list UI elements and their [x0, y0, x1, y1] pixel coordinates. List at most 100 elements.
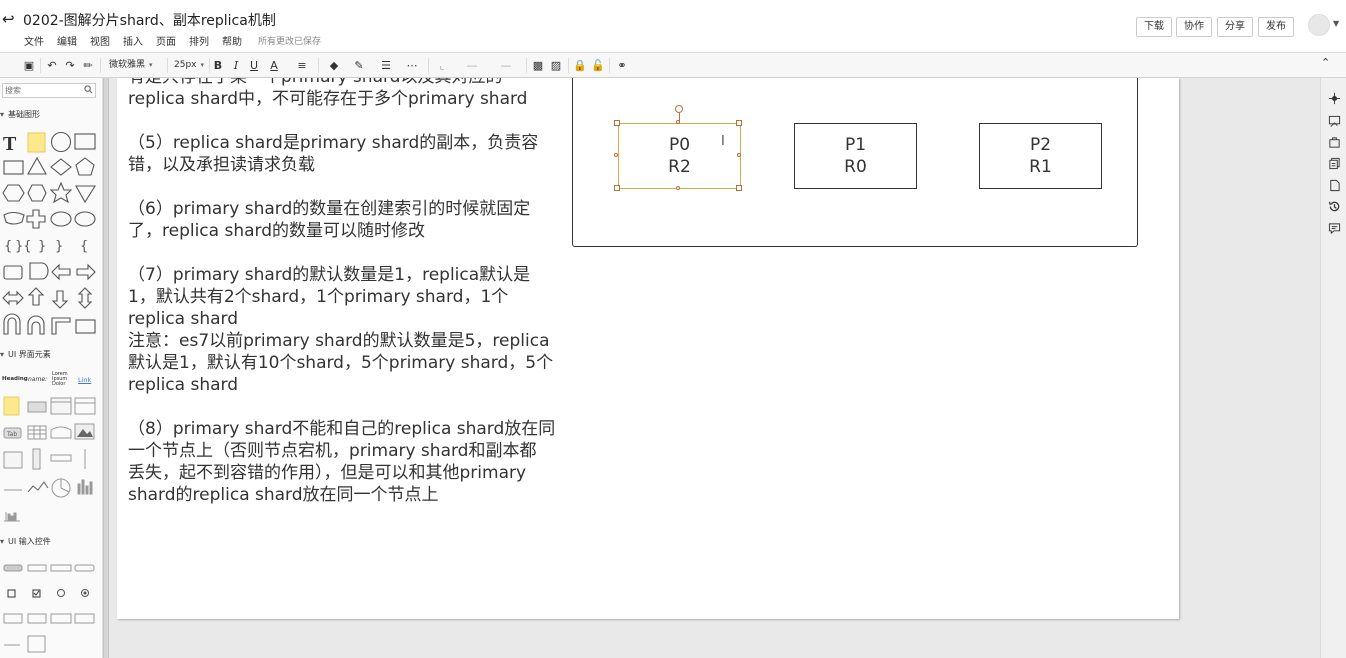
- comments-icon[interactable]: [1328, 222, 1341, 235]
- format-painter-icon[interactable]: ✏: [81, 57, 95, 74]
- cluster-container[interactable]: P0 R2 P1 R0 P2 R1 I: [572, 78, 1138, 247]
- node-shard-box[interactable]: P2 R1: [979, 123, 1102, 189]
- unlock-icon[interactable]: 🔓: [591, 57, 605, 74]
- format-panel-icon[interactable]: ▣: [21, 57, 37, 74]
- heading-shape[interactable]: Heading: [2, 376, 28, 382]
- text-line: 1，默认共有2个shard，1个primary shard，1个: [128, 287, 509, 307]
- name-label-shape[interactable]: name:: [28, 376, 47, 383]
- lock-icon[interactable]: 🔒: [573, 57, 587, 74]
- font-family-select[interactable]: 微软雅黑 ▾: [107, 57, 163, 74]
- menu-insert[interactable]: 插入: [123, 33, 143, 48]
- svg-text:}{: }{: [15, 239, 32, 254]
- svg-text:T: T: [3, 133, 17, 155]
- navigate-icon[interactable]: [1328, 92, 1341, 105]
- publish-button[interactable]: 发布: [1258, 17, 1294, 37]
- resize-handle-sw[interactable]: [614, 185, 620, 191]
- right-tool-panel: [1320, 78, 1346, 658]
- text-line: 默认是1，默认有10个shard，5个primary shard，5个: [128, 353, 554, 373]
- page-icon[interactable]: [1328, 179, 1341, 192]
- collaborate-button[interactable]: 协作: [1176, 17, 1212, 37]
- text-cursor-icon: I: [721, 134, 725, 149]
- align-icon[interactable]: ≡: [294, 57, 310, 74]
- bring-front-icon[interactable]: ▩: [531, 57, 545, 74]
- text-line: replica shard: [128, 375, 239, 395]
- basic-shapes-grid[interactable]: T { }{ } } {: [0, 130, 100, 340]
- font-size-value: 25px: [174, 60, 197, 70]
- text-line: 一个节点上（否则节点宕机，primary shard和副本都: [128, 441, 537, 461]
- text-line: 错，以及承担读请求负载: [128, 155, 315, 175]
- text-line: replica shard中，不可能存在于多个primary shard: [128, 89, 528, 109]
- menu-file[interactable]: 文件: [24, 33, 44, 48]
- send-back-icon[interactable]: ▨: [549, 57, 563, 74]
- ui-inputs-grid[interactable]: [0, 558, 100, 658]
- save-status: 所有更改已保存: [258, 37, 322, 47]
- document-title[interactable]: 0202-图解分片shard、副本replica机制: [23, 10, 276, 30]
- resize-handle-e[interactable]: [737, 153, 741, 157]
- text-line: 了，replica shard的数量可以随时修改: [128, 221, 426, 241]
- text-line: （5）replica shard是primary shard的副本，负责容: [128, 133, 539, 153]
- font-family-value: 微软雅黑: [109, 60, 146, 70]
- history-icon[interactable]: [1328, 200, 1341, 213]
- section-ui-elements-label: UI 界面元素: [8, 350, 51, 359]
- menu-view[interactable]: 视图: [90, 33, 110, 48]
- resize-handle-nw[interactable]: [614, 120, 620, 126]
- replica-shard-label: R1: [1029, 157, 1052, 177]
- link-shape[interactable]: Link: [78, 376, 91, 384]
- connector-type-icon[interactable]: ⌞: [434, 57, 450, 74]
- menu-arrange[interactable]: 排列: [189, 33, 209, 48]
- text-line: 注意：es7以前primary shard的默认数量是5，replica: [128, 331, 550, 351]
- download-button[interactable]: 下载: [1136, 17, 1172, 37]
- shape-search-input[interactable]: [2, 83, 96, 98]
- notes-text-block[interactable]: 有是只存在于某一个primary shard以及其对应的 replica sha…: [128, 78, 568, 506]
- ui-elements-grid[interactable]: Tab: [0, 394, 100, 529]
- svg-text:}: }: [55, 239, 63, 254]
- line-style-icon[interactable]: ⋯: [402, 57, 422, 74]
- svg-text:Tab: Tab: [6, 431, 17, 438]
- menu-page[interactable]: 页面: [156, 33, 176, 48]
- resize-handle-s[interactable]: [676, 186, 680, 190]
- menu-help[interactable]: 帮助: [222, 33, 242, 48]
- section-basic-label: 基础图形: [8, 110, 41, 119]
- line-start-icon[interactable]: —: [458, 57, 486, 74]
- font-color-button[interactable]: A: [266, 57, 282, 74]
- text-line: （6）primary shard的数量在创建索引的时候就固定: [128, 199, 531, 219]
- chevron-down-icon[interactable]: ▼: [1333, 19, 1339, 28]
- share-button[interactable]: 分享: [1217, 17, 1253, 37]
- primary-shard-label: P1: [844, 135, 867, 155]
- menu-bar: 文件 编辑 视图 插入 页面 排列 帮助: [24, 33, 255, 48]
- chevron-down-icon: ▾: [149, 61, 153, 69]
- resize-handle-w[interactable]: [614, 153, 618, 157]
- text-line: shard的replica shard放在同一个节点上: [128, 485, 439, 505]
- node-shard-box[interactable]: P1 R0: [794, 123, 917, 189]
- user-avatar[interactable]: [1308, 14, 1330, 36]
- resize-handle-ne[interactable]: [736, 120, 742, 126]
- line-color-icon[interactable]: ✎: [349, 57, 369, 74]
- line-end-icon[interactable]: —: [492, 57, 520, 74]
- italic-button[interactable]: I: [230, 57, 242, 74]
- collapse-up-icon[interactable]: ⌃: [1321, 56, 1330, 69]
- diagram-page[interactable]: 有是只存在于某一个primary shard以及其对应的 replica sha…: [117, 78, 1179, 619]
- back-arrow-icon[interactable]: ↩: [2, 10, 18, 28]
- section-ui-inputs[interactable]: ▾ UI 输入控件: [0, 536, 51, 547]
- rotate-handle[interactable]: [675, 105, 683, 113]
- line-width-icon[interactable]: ☰: [376, 57, 396, 74]
- bold-button[interactable]: B: [212, 57, 224, 74]
- search-icon[interactable]: [84, 85, 93, 94]
- redo-icon[interactable]: ↷: [63, 57, 77, 74]
- style-icon[interactable]: [1328, 115, 1341, 128]
- font-size-select[interactable]: 25px ▾: [172, 57, 206, 74]
- fill-color-icon[interactable]: ◆: [324, 57, 344, 74]
- layers-icon[interactable]: [1328, 157, 1341, 170]
- text-line: replica shard: [128, 309, 239, 329]
- resize-handle-n[interactable]: [676, 120, 680, 124]
- link-icon[interactable]: ⚭: [614, 57, 630, 74]
- page-setup-icon[interactable]: [1328, 136, 1341, 149]
- node-shard-box[interactable]: P0 R2: [618, 123, 741, 189]
- lorem-text-shape[interactable]: Lorem Ipsum Dolor: [52, 372, 72, 387]
- undo-icon[interactable]: ↶: [45, 57, 59, 74]
- underline-button[interactable]: U: [248, 57, 260, 74]
- section-basic-shapes[interactable]: ▾ 基础图形: [0, 109, 40, 120]
- section-ui-elements[interactable]: ▾ UI 界面元素: [0, 349, 51, 360]
- resize-handle-se[interactable]: [736, 185, 742, 191]
- menu-edit[interactable]: 编辑: [57, 33, 77, 48]
